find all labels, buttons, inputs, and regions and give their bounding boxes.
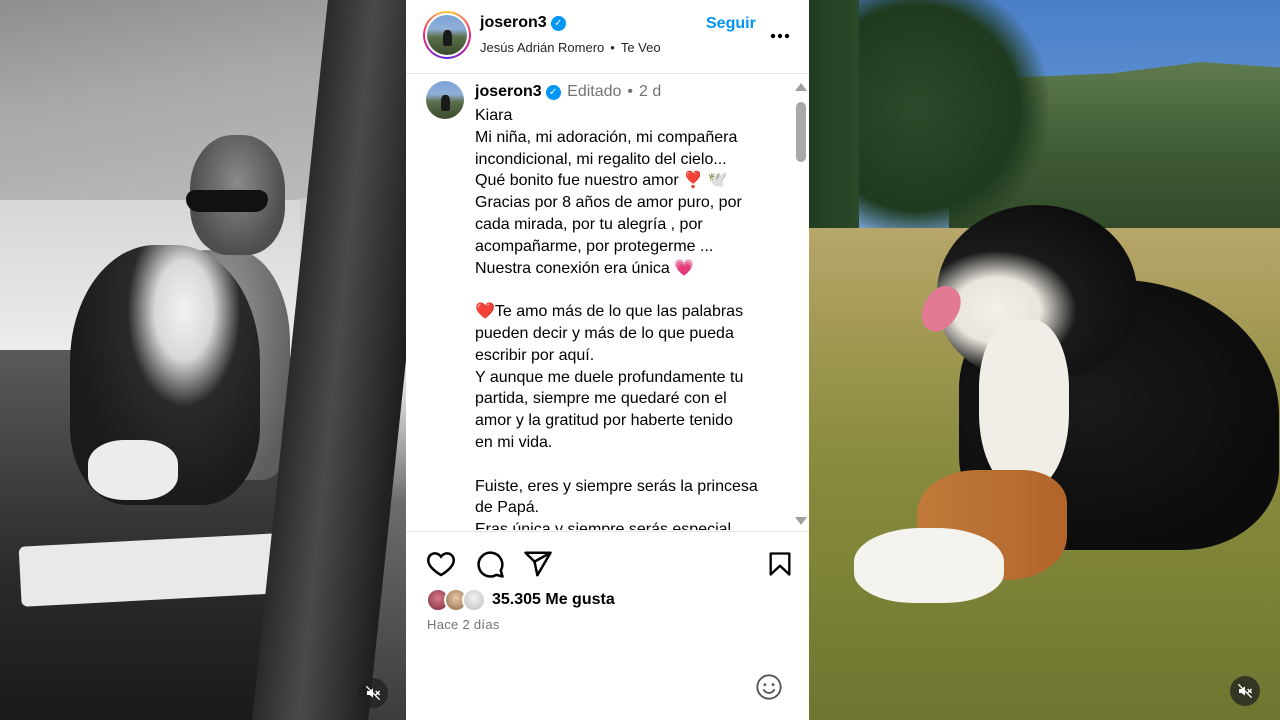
caption-line: Eras única y siempre serás especial	[475, 521, 732, 530]
caption-line: de Papá.	[475, 499, 540, 517]
follow-button[interactable]: Seguir	[706, 15, 756, 33]
caption-line: Nuestra conexión era única 💗	[475, 259, 695, 277]
emoji-icon[interactable]	[755, 673, 783, 701]
scroll-up-arrow-icon[interactable]	[795, 83, 807, 91]
caption-line: en mi vida.	[475, 433, 553, 451]
audio-track: Te Veo	[620, 40, 661, 55]
mute-button-left[interactable]	[358, 678, 388, 708]
caption-line: Y aunque me duele profundamente tu	[475, 368, 744, 386]
mute-button-right[interactable]	[1230, 676, 1260, 706]
verified-badge-icon: ✓	[550, 16, 566, 31]
comment-icon[interactable]	[475, 549, 505, 579]
likes-row[interactable]: 35.305 Me gusta	[426, 586, 615, 614]
liker-avatar	[462, 588, 486, 612]
post-header: joseron3 ✓ Jesús Adrián Romero • Te Veo Seg…	[406, 0, 809, 74]
caption-line: amor y la gratitud por haberte tenido	[475, 412, 733, 430]
caption-text: Kiara Mi niña, mi adoración, mi compañer…	[475, 105, 773, 530]
edited-label: Editado	[567, 83, 622, 100]
caption-line: incondicional, mi regalito del cielo...	[475, 150, 727, 168]
caption-scrollbar[interactable]	[794, 80, 808, 528]
scroll-down-arrow-icon[interactable]	[795, 517, 807, 525]
muted-speaker-icon	[1237, 683, 1253, 699]
share-icon[interactable]	[523, 549, 553, 579]
scroll-thumb[interactable]	[796, 102, 806, 162]
more-options-button[interactable]	[770, 22, 790, 45]
caption-line: pueden decir y más de lo que pueda	[475, 324, 734, 342]
audio-artist: Jesús Adrián Romero	[480, 40, 605, 55]
caption-avatar[interactable]	[426, 81, 464, 119]
caption-line: Mi niña, mi adoración, mi compañera	[475, 128, 738, 146]
right-photo	[809, 0, 1280, 720]
likes-count[interactable]: 35.305 Me gusta	[492, 591, 615, 609]
more-icon	[770, 33, 790, 39]
caption-line: Gracias por 8 años de amor puro, por	[475, 194, 742, 212]
bookmark-icon[interactable]	[766, 549, 794, 579]
caption-line: Qué bonito fue nuestro amor ❣️ 🕊️	[475, 172, 728, 190]
heart-icon[interactable]	[426, 549, 456, 579]
caption-line: Fuiste, eres y siempre serás la princesa	[475, 477, 758, 495]
caption-line: Kiara	[475, 107, 513, 124]
caption-line: ❤️Te amo más de lo que las palabras	[475, 303, 744, 321]
caption-time[interactable]: 2 d	[639, 83, 661, 100]
caption-scroll-area[interactable]: joseron3 ✓ Editado • 2 d Kiara Mi niña, mi …	[406, 75, 809, 530]
instagram-post-card: joseron3 ✓ Jesús Adrián Romero • Te Veo Seg…	[406, 0, 809, 720]
action-bar	[406, 531, 809, 591]
left-photo	[0, 0, 406, 720]
caption-line: acompañarme, por protegerme ...	[475, 237, 714, 255]
caption-line: cada mirada, por tu alegría , por	[475, 215, 703, 233]
header-username[interactable]: joseron3 ✓	[480, 14, 566, 32]
post-timestamp[interactable]: Hace 2 días	[427, 617, 500, 632]
verified-badge-icon: ✓	[545, 85, 561, 100]
caption-username[interactable]: joseron3	[475, 83, 542, 100]
profile-avatar[interactable]	[423, 11, 471, 59]
caption-header: joseron3 ✓ Editado • 2 d	[475, 83, 662, 100]
audio-attribution[interactable]: Jesús Adrián Romero • Te Veo	[480, 40, 661, 55]
muted-speaker-icon	[365, 685, 381, 701]
caption-line: partida, siempre me quedaré con el	[475, 390, 727, 408]
caption-line: escribir por aquí.	[475, 346, 595, 364]
